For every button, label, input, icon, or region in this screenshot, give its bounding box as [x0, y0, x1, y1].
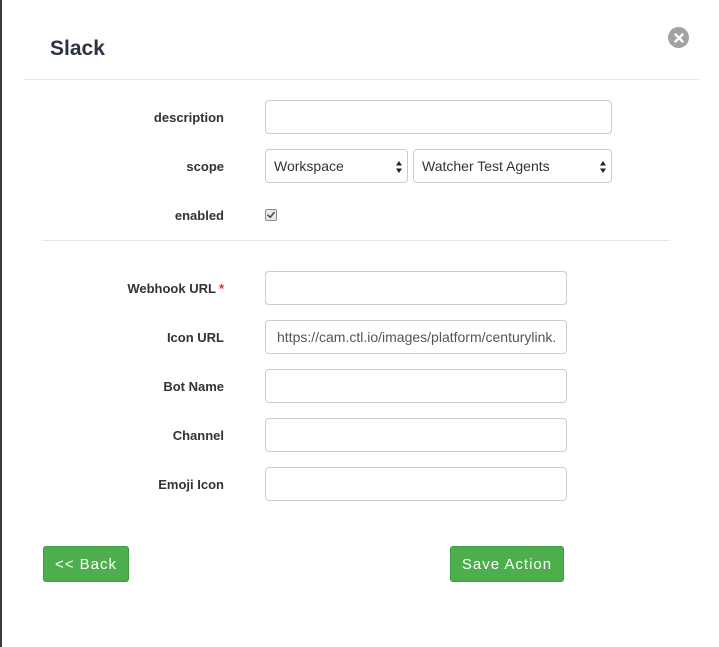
dialog-title: Slack [50, 37, 105, 60]
save-action-button[interactable]: Save Action [450, 546, 564, 582]
section-divider [43, 240, 669, 241]
close-circle-icon [673, 32, 684, 43]
bot-name-input[interactable] [265, 369, 567, 403]
webhook-url-label: Webhook URL * [2, 281, 224, 296]
close-button[interactable] [668, 27, 689, 48]
icon-url-label: Icon URL [166, 330, 224, 345]
enabled-checkbox[interactable] [265, 209, 277, 221]
webhook-url-label-text: Webhook URL [127, 281, 216, 296]
back-button[interactable]: << Back [43, 546, 129, 582]
emoji-icon-label: Emoji Icon [158, 477, 224, 492]
webhook-url-input[interactable] [265, 271, 567, 305]
icon-url-input[interactable] [265, 320, 567, 354]
enabled-label: enabled [174, 208, 224, 223]
up-down-arrows-icon [600, 161, 606, 173]
scope-type-select[interactable]: Workspace [265, 149, 408, 183]
scope-target-select[interactable]: Watcher Test Agents [413, 149, 612, 183]
checkmark-icon [267, 211, 275, 219]
channel-input[interactable] [265, 418, 567, 452]
scope-target-selected: Watcher Test Agents [422, 158, 550, 174]
description-label: description [153, 110, 224, 125]
description-input[interactable] [265, 100, 612, 134]
scope-type-selected: Workspace [274, 158, 344, 174]
slack-action-dialog: Slack description scope Workspace Watche… [2, 0, 719, 647]
dialog-header: Slack [24, 0, 699, 80]
bot-name-label: Bot Name [163, 379, 224, 394]
required-asterisk: * [218, 281, 224, 296]
scope-label: scope [186, 159, 224, 174]
channel-label: Channel [172, 428, 224, 443]
up-down-arrows-icon [396, 161, 402, 173]
emoji-icon-input[interactable] [265, 467, 567, 501]
